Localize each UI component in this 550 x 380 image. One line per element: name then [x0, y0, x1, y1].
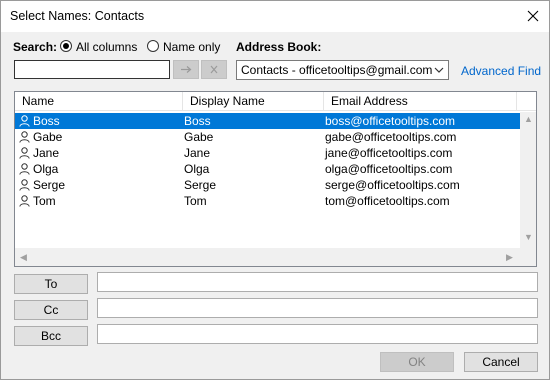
address-book-select[interactable]: Contacts - officetooltips@gmail.com	[236, 60, 449, 80]
contact-name-cell: Olga	[33, 162, 59, 176]
radio-all-columns[interactable]	[60, 40, 72, 52]
radio-name-only[interactable]	[147, 40, 159, 52]
contact-name-cell: Boss	[33, 114, 60, 128]
scrollbar-corner	[520, 248, 536, 266]
title-bar: Select Names: Contacts	[1, 1, 549, 32]
contact-row[interactable]: Tom Tom tom@officetooltips.com	[15, 193, 520, 209]
contacts-list[interactable]: Name Display Name Email Address Boss Boss…	[14, 91, 537, 267]
column-email-header[interactable]: Email Address	[324, 92, 517, 111]
contact-person-icon	[19, 195, 30, 207]
contact-name-cell: Serge	[33, 178, 66, 192]
bcc-field[interactable]	[97, 324, 538, 344]
advanced-find-link[interactable]: Advanced Find	[461, 64, 541, 78]
search-label: Search:	[13, 40, 58, 54]
column-name-header[interactable]: Name	[15, 92, 183, 111]
arrow-right-icon	[181, 66, 192, 73]
contact-row[interactable]: Boss Boss boss@officetooltips.com	[15, 113, 520, 129]
horizontal-scrollbar[interactable]: ◀ ▶	[15, 248, 520, 266]
contact-row[interactable]: Serge Serge serge@officetooltips.com	[15, 177, 520, 193]
scroll-right-icon[interactable]: ▶	[506, 252, 513, 263]
address-book-label: Address Book:	[236, 40, 322, 54]
cancel-button[interactable]: Cancel	[464, 352, 538, 372]
scroll-down-icon[interactable]: ▼	[524, 232, 533, 242]
window-title: Select Names: Contacts	[10, 9, 145, 23]
contact-email-cell: jane@officetooltips.com	[325, 146, 453, 160]
all-columns-label[interactable]: All columns	[76, 40, 137, 54]
contact-display-name-cell: Jane	[184, 146, 211, 160]
contact-person-icon	[19, 179, 30, 191]
address-book-value: Contacts - officetooltips@gmail.com	[241, 63, 433, 77]
contact-display-name-cell: Boss	[184, 114, 211, 128]
search-go-button[interactable]	[173, 60, 199, 79]
column-display-name-header[interactable]: Display Name	[183, 92, 324, 111]
bcc-button[interactable]: Bcc	[14, 326, 88, 346]
contact-display-name-cell: Olga	[184, 162, 210, 176]
contact-person-icon	[19, 147, 30, 159]
ok-button[interactable]: OK	[380, 352, 454, 372]
scroll-up-icon[interactable]: ▲	[524, 114, 533, 124]
contact-display-name-cell: Tom	[184, 194, 207, 208]
contact-name-cell: Gabe	[33, 130, 63, 144]
contact-row[interactable]: Jane Jane jane@officetooltips.com	[15, 145, 520, 161]
contact-person-icon	[19, 163, 30, 175]
contact-email-cell: gabe@officetooltips.com	[325, 130, 457, 144]
vertical-scrollbar[interactable]: ▲ ▼	[520, 112, 536, 248]
contact-email-cell: boss@officetooltips.com	[325, 114, 456, 128]
contact-name-cell: Tom	[33, 194, 56, 208]
contact-email-cell: serge@officetooltips.com	[325, 178, 460, 192]
contact-person-icon	[19, 115, 30, 127]
search-input[interactable]	[14, 60, 170, 79]
contact-row[interactable]: Olga Olga olga@officetooltips.com	[15, 161, 520, 177]
search-clear-button[interactable]	[201, 60, 227, 79]
close-icon[interactable]	[521, 5, 545, 27]
to-field[interactable]	[97, 272, 538, 292]
scroll-left-icon[interactable]: ◀	[20, 252, 27, 263]
chevron-down-icon	[434, 67, 444, 73]
contact-display-name-cell: Gabe	[184, 130, 214, 144]
contact-row[interactable]: Gabe Gabe gabe@officetooltips.com	[15, 129, 520, 145]
cc-button[interactable]: Cc	[14, 300, 88, 320]
contact-email-cell: tom@officetooltips.com	[325, 194, 450, 208]
clear-x-icon	[210, 65, 218, 74]
contact-email-cell: olga@officetooltips.com	[325, 162, 453, 176]
select-names-dialog: Select Names: Contacts Search: All colum…	[0, 0, 550, 380]
contact-display-name-cell: Serge	[184, 178, 217, 192]
to-button[interactable]: To	[14, 274, 88, 294]
list-header: Name Display Name Email Address	[15, 92, 536, 111]
cc-field[interactable]	[97, 298, 538, 318]
name-only-label[interactable]: Name only	[163, 40, 220, 54]
contact-person-icon	[19, 131, 30, 143]
contact-name-cell: Jane	[33, 146, 60, 160]
